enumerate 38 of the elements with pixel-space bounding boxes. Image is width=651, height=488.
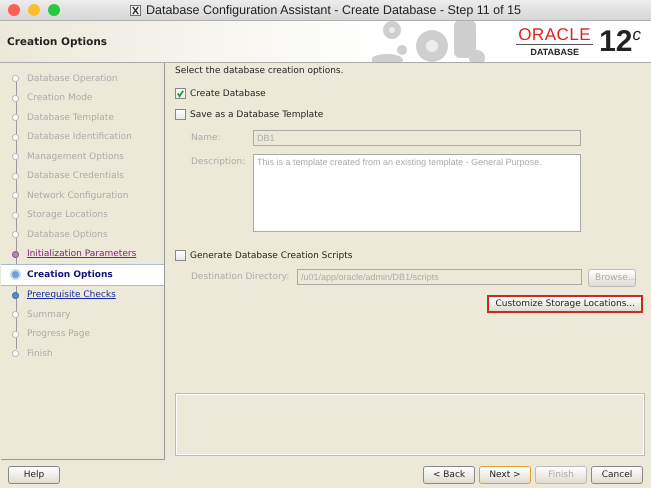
field-label: Destination Directory: (191, 271, 290, 282)
checkbox-label[interactable]: Generate Database Creation Scripts (190, 250, 352, 260)
step-item[interactable]: Database Credentials (1, 166, 164, 186)
step-item[interactable]: Management Options (1, 147, 164, 166)
step-item[interactable]: Creation Options (1, 264, 164, 286)
step-item[interactable]: Database Operation (1, 69, 164, 88)
step-item[interactable]: Creation Mode (1, 88, 164, 108)
dialog-button[interactable]: < Back (423, 466, 475, 484)
checkbox[interactable] (175, 109, 186, 120)
checkbox-label[interactable]: Create Database (190, 88, 266, 98)
field-label: Description: (191, 156, 246, 167)
step-item[interactable]: Network Configuration (1, 186, 164, 206)
checkbox-label[interactable]: Save as a Database Template (190, 110, 324, 120)
step-item[interactable]: Database Identification (1, 128, 164, 147)
logo-brand: ORACLE (516, 26, 594, 45)
logo-version: 12$^{c}$ (599, 26, 641, 56)
step-item[interactable]: Finish (1, 344, 164, 364)
step-item[interactable]: Storage Locations (1, 206, 164, 225)
dialog-button[interactable]: Cancel (591, 466, 643, 484)
step-item[interactable]: Prerequisite Checks (1, 286, 164, 305)
dialog-button[interactable]: Next > (479, 466, 531, 484)
step-item[interactable]: Database Options (1, 225, 164, 244)
step-item[interactable]: Database Template (1, 108, 164, 128)
instruction-text: Select the database creation options. (175, 66, 344, 76)
step-item[interactable]: Summary (1, 305, 164, 324)
checkbox[interactable] (175, 88, 186, 99)
customize-storage-button[interactable]: Customize Storage Locations... (487, 295, 643, 313)
close-button[interactable] (8, 4, 20, 16)
step-item[interactable]: Initialization Parameters (1, 244, 164, 264)
field-label: Name: (191, 132, 222, 143)
step-item[interactable]: Progress Page (1, 324, 164, 344)
zoom-button[interactable] (48, 4, 60, 16)
x-window-icon (130, 4, 141, 16)
logo-product: DATABASE (530, 47, 579, 57)
checkbox[interactable] (175, 250, 186, 261)
page-title: Creation Options (7, 36, 108, 48)
window-title: Database Configuration Assistant - Create Database - Step 11 of 15 (146, 3, 521, 17)
dialog-button[interactable]: Help (8, 466, 60, 484)
